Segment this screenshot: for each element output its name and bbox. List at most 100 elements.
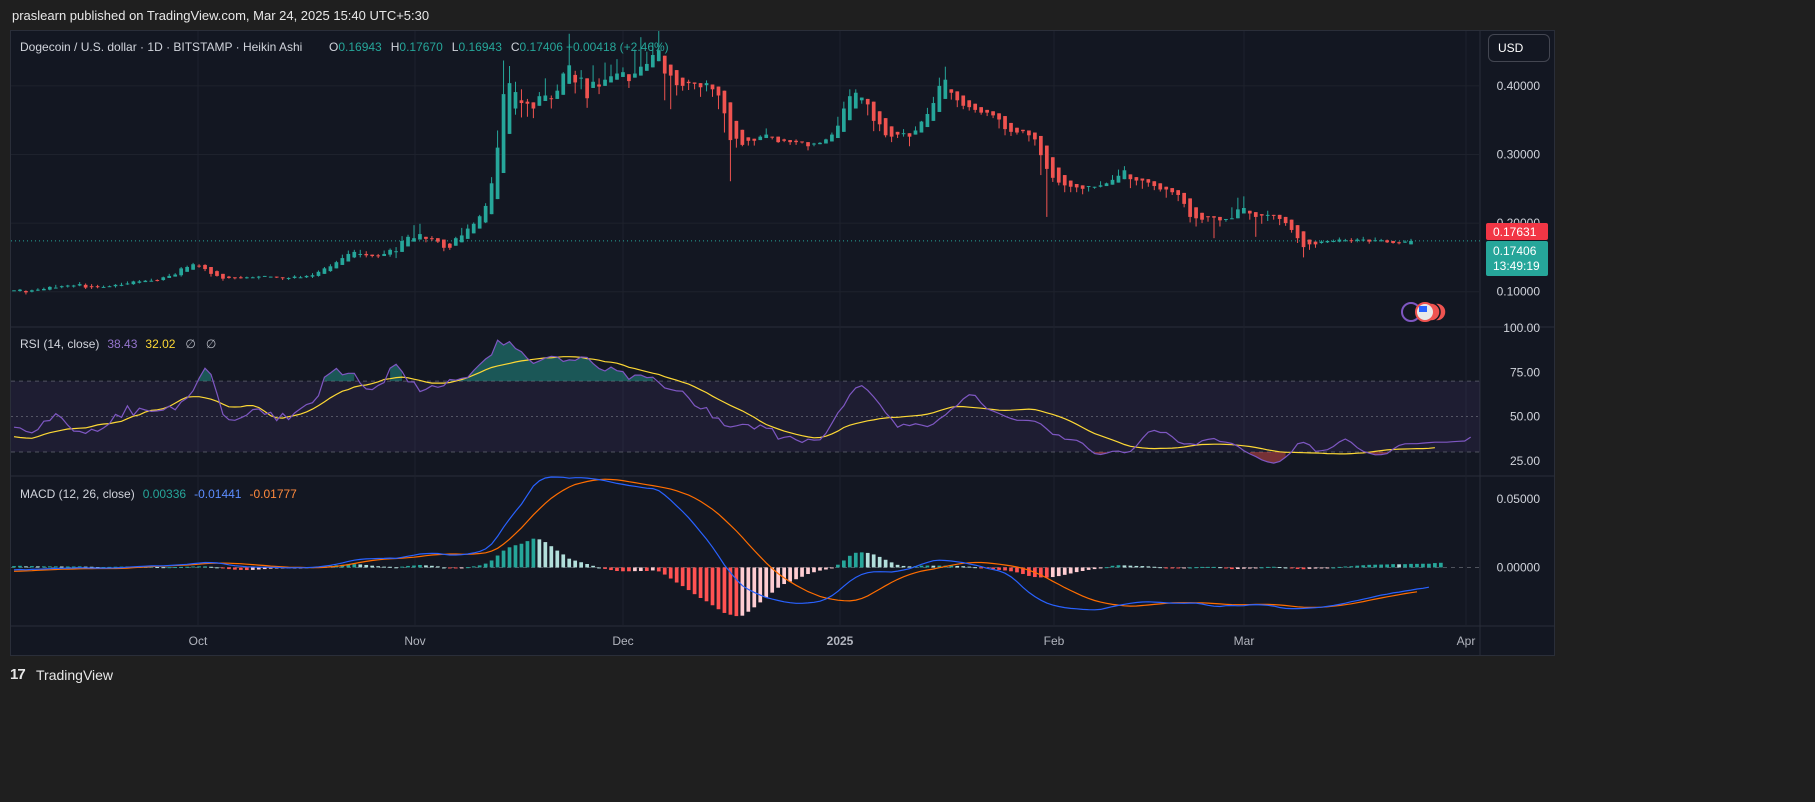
tradingview-brand[interactable]: TradingView — [36, 667, 113, 683]
macd-histogram-bar — [1152, 566, 1157, 568]
candle-body — [973, 103, 978, 110]
candle-body — [716, 86, 721, 96]
candle-body — [680, 77, 685, 86]
macd-histogram-bar — [907, 566, 912, 568]
candle-body — [1289, 219, 1294, 230]
event-icons[interactable] — [1401, 302, 1447, 322]
macd-histogram-bar — [1427, 563, 1431, 568]
macd-histogram-bar — [30, 566, 34, 568]
candle-body — [1182, 192, 1186, 204]
macd-histogram-bar — [1170, 567, 1175, 569]
candle-body — [1301, 231, 1306, 248]
macd-histogram-bar — [895, 564, 900, 568]
candle-body — [1379, 240, 1384, 242]
chart-panel[interactable]: OctNovDec2025FebMarApr0.400000.300000.20… — [10, 29, 1555, 656]
candle-body — [800, 141, 804, 143]
macd-histogram-bar — [1218, 567, 1222, 569]
macd-histogram-bar — [537, 539, 542, 568]
macd-histogram-bar — [1289, 567, 1294, 569]
candle-body — [1283, 216, 1288, 224]
macd-histogram-bar — [59, 566, 64, 568]
macd-histogram-bar — [889, 562, 894, 568]
candle-body — [1385, 240, 1389, 243]
tradingview-logo[interactable]: 17 — [10, 666, 26, 683]
macd-histogram-bar — [227, 567, 231, 570]
candle-body — [1295, 225, 1300, 239]
candle-body — [1337, 239, 1342, 242]
macd-signal-value: -0.01777 — [249, 487, 297, 501]
candle-body — [113, 284, 118, 287]
macd-histogram-bar — [1277, 567, 1282, 569]
price-pane[interactable] — [11, 29, 1480, 295]
macd-histogram-bar — [609, 567, 613, 571]
candle-body — [262, 275, 267, 277]
macd-histogram-bar — [1194, 567, 1198, 569]
legend-close: 0.17406 — [520, 40, 564, 54]
currency-button[interactable]: USD — [1488, 34, 1550, 62]
macd-histogram-bar — [925, 565, 930, 568]
candle-body — [943, 79, 948, 99]
chart-svg[interactable]: OctNovDec2025FebMarApr0.400000.300000.20… — [11, 29, 1554, 655]
macd-histogram-bar — [1128, 565, 1133, 568]
macd-histogram-bar — [621, 567, 625, 572]
macd-histogram-bar — [167, 567, 172, 569]
candle-body — [1236, 209, 1240, 219]
candle-body — [400, 240, 404, 252]
candle-body — [513, 92, 518, 109]
macd-histogram-bar — [656, 567, 661, 572]
candle-body — [824, 139, 828, 144]
macd-histogram-bar — [233, 567, 237, 570]
macd-histogram-bar — [752, 567, 757, 608]
macd-histogram-bar — [997, 567, 1001, 570]
macd-histogram-bar — [955, 565, 960, 568]
candle-body — [752, 138, 757, 141]
macd-histogram-bar — [1391, 564, 1395, 568]
candle-body — [746, 137, 751, 141]
candle-body — [310, 275, 315, 277]
macd-histogram-bar — [1415, 563, 1419, 568]
candle-body — [1062, 175, 1067, 186]
candle-body — [961, 95, 966, 106]
macd-histogram-bar — [418, 564, 422, 568]
rsi-pane[interactable] — [11, 339, 1480, 464]
macd-histogram-bar — [830, 567, 834, 569]
macd-histogram-bar — [901, 565, 906, 568]
candle-body — [615, 73, 619, 80]
candle-body — [859, 97, 864, 101]
candle-body — [1039, 135, 1043, 156]
macd-histogram-bar — [471, 566, 476, 568]
candle-body — [686, 81, 691, 84]
candle-body — [734, 120, 739, 139]
legend-ohlc: O0.16943 H0.17670 L0.16943 C0.17406 +0.00418… — [329, 40, 669, 54]
macd-histogram-bar — [18, 565, 22, 568]
candle-body — [483, 205, 488, 223]
candle-body — [871, 101, 876, 121]
candle-body — [519, 100, 524, 104]
macd-histogram-bar — [47, 566, 52, 568]
macd-histogram-bar — [1003, 567, 1007, 571]
macd-histogram-bar — [818, 567, 822, 571]
macd-histogram-bar — [239, 567, 243, 570]
candle-body — [668, 64, 673, 76]
candle-body — [650, 55, 655, 68]
macd-histogram-bar — [1367, 564, 1372, 568]
macd-histogram-bar — [633, 567, 637, 572]
macd-legend: MACD (12, 26, close) 0.00336 -0.01441 -0.01… — [20, 487, 297, 501]
candle-body — [286, 277, 291, 279]
candle-body — [1122, 170, 1127, 180]
macd-histogram-bar — [53, 566, 58, 568]
macd-histogram-bar — [650, 567, 655, 571]
candle-body — [101, 286, 106, 288]
macd-histogram-bar — [1098, 567, 1103, 569]
candle-body — [41, 288, 46, 291]
publish-line: praslearn published on TradingView.com, … — [12, 8, 430, 23]
macd-tick-label: 0.00000 — [1497, 560, 1541, 574]
candle-body — [1313, 241, 1318, 245]
macd-histogram-bar — [979, 567, 984, 569]
macd-histogram-bar — [1092, 567, 1097, 570]
macd-histogram-bar — [531, 538, 536, 568]
candle-body — [1188, 198, 1192, 217]
price-badge-red-text: 0.17631 — [1493, 225, 1537, 239]
candle-body — [430, 238, 434, 240]
candle-body — [441, 239, 446, 248]
